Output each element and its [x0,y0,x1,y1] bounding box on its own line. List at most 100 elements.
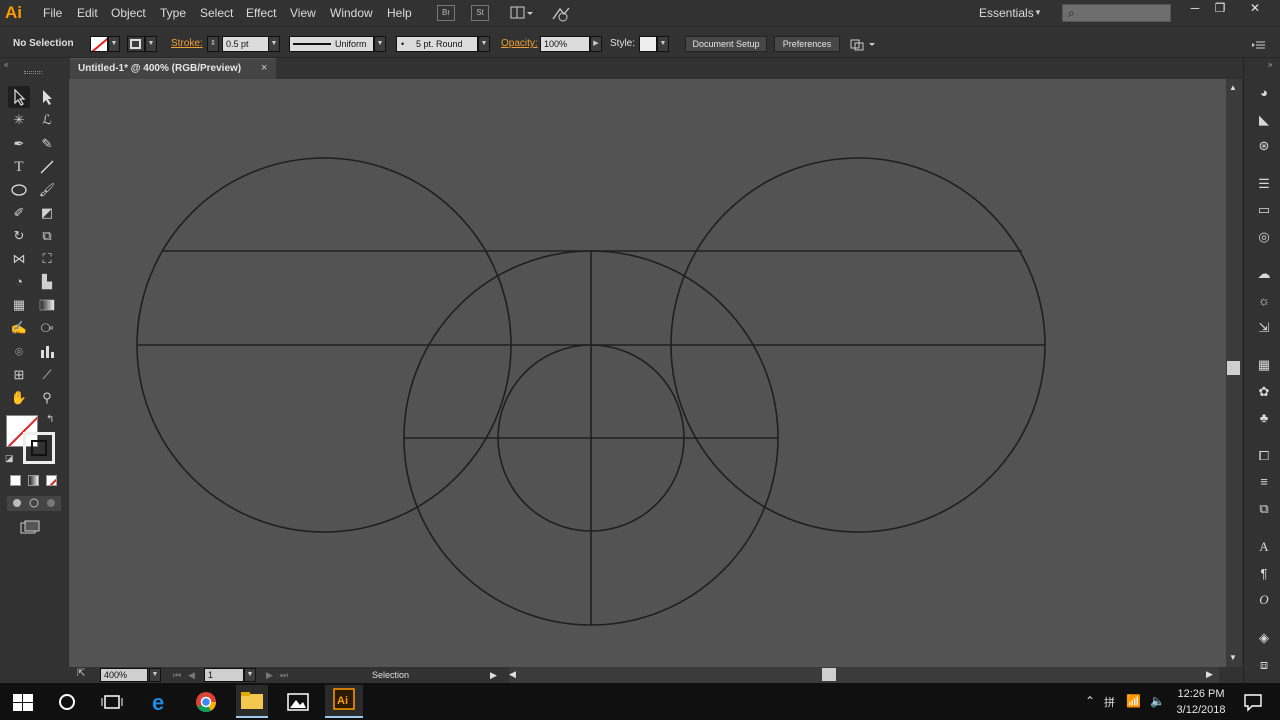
document-tab[interactable]: Untitled-1* @ 400% (RGB/Preview) × [70,58,276,79]
variable-width-profile[interactable]: Uniform [289,36,374,52]
gradient-mode-icon[interactable] [28,475,39,486]
artboard-dropdown[interactable]: ▼ [244,668,256,682]
chevron-down-icon[interactable]: ▼ [1034,8,1042,17]
transform-panel-icon[interactable]: ⧠ [1255,447,1273,465]
document-setup-button[interactable]: Document Setup [685,36,767,52]
brush-dropdown[interactable]: ▼ [478,36,490,52]
transparency-panel-icon[interactable]: ◎ [1255,228,1273,246]
artboard-canvas[interactable] [69,79,1226,667]
line-segment-tool-icon[interactable] [36,156,58,178]
horizontal-scroll-thumb[interactable] [822,668,836,681]
expand-panels-icon[interactable]: » [1268,60,1272,69]
type-tool-icon[interactable]: T [8,156,30,178]
graphic-style-dropdown[interactable]: ▼ [657,36,669,52]
restore-button[interactable]: ❐ [1205,1,1235,17]
eyedropper-tool-icon[interactable]: ✍ [8,317,30,339]
previous-artboard-icon[interactable]: ◀ [188,670,195,681]
arrange-icon[interactable] [850,38,876,52]
cortana-search-icon[interactable] [54,689,80,715]
arrange-documents-icon[interactable] [510,5,534,21]
menu-window[interactable]: Window [330,6,373,20]
menu-file[interactable]: File [43,6,62,20]
ellipse-tool-icon[interactable] [8,179,30,201]
layers-panel-icon[interactable]: ◈ [1255,629,1273,647]
system-clock[interactable]: 12:26 PM 3/12/2018 [1172,686,1230,718]
status-menu-icon[interactable]: ▶ [490,670,497,681]
close-tab-icon[interactable]: × [261,62,267,74]
stroke-swatch[interactable] [127,36,145,52]
align-panel-icon[interactable]: ≡ [1255,473,1273,491]
none-mode-icon[interactable] [46,475,57,486]
brush-definition[interactable]: • 5 pt. Round [396,36,478,52]
gradient-tool-icon[interactable] [36,294,58,316]
stroke-weight-dropdown[interactable]: ▼ [268,36,280,52]
asset-export-icon[interactable]: ⇲ [1255,319,1273,337]
stroke-weight-field[interactable]: 0.5 pt [222,36,269,52]
edge-browser-icon[interactable]: e [148,689,174,715]
eraser-tool-icon[interactable]: ◩ [36,202,58,224]
brushes-panel-icon[interactable]: ✿ [1255,383,1273,401]
rotate-tool-icon[interactable]: ↻ [8,225,30,247]
zoom-dropdown[interactable]: ▼ [149,668,161,682]
color-panel-icon[interactable]: ◕ [1255,84,1273,102]
swatches-panel-icon[interactable]: ▦ [1255,356,1273,374]
scroll-down-icon[interactable]: ▼ [1229,653,1237,662]
last-artboard-icon[interactable]: ⏭ [280,670,288,681]
lasso-tool-icon[interactable]: ℒ [36,109,58,131]
close-button[interactable]: ✕ [1240,1,1270,17]
volume-icon[interactable]: 🔈 [1150,694,1165,708]
screen-mode-icon[interactable] [20,520,42,534]
workspace-switcher[interactable]: Essentials [979,6,1034,20]
swap-colors-icon[interactable]: ↰ [46,414,54,425]
column-graph-tool-icon[interactable] [36,341,58,363]
opacity-field[interactable]: 100% [540,36,590,52]
menu-type[interactable]: Type [160,6,186,20]
menu-effect[interactable]: Effect [246,6,276,20]
free-transform-tool-icon[interactable]: ⛶ [36,248,58,270]
photos-app-icon[interactable] [285,689,311,715]
menu-edit[interactable]: Edit [77,6,98,20]
stroke-weight-stepper[interactable]: ⇕ [207,36,219,52]
search-input[interactable]: ⌕ [1062,4,1171,22]
selection-tool-icon[interactable] [8,86,30,108]
preferences-button[interactable]: Preferences [774,36,840,52]
collapse-panel-icon[interactable]: « [4,60,8,69]
stock-button[interactable]: St [471,5,489,21]
gpu-performance-icon[interactable] [550,5,572,23]
artboards-panel-icon[interactable]: ⧈ [1255,656,1273,674]
file-explorer-icon[interactable] [236,685,268,718]
stroke-panel-icon[interactable]: ☰ [1255,175,1273,193]
scroll-left-icon[interactable]: ◀ [509,669,516,680]
vertical-scrollbar[interactable]: ▲ ▼ [1226,79,1242,667]
navigator-icon[interactable]: ⊛ [1255,137,1273,155]
paragraph-panel-icon[interactable]: ¶ [1255,565,1273,583]
curvature-tool-icon[interactable]: ✎ [36,133,58,155]
menu-object[interactable]: Object [111,6,146,20]
scroll-right-icon[interactable]: ▶ [1206,669,1213,680]
horizontal-scrollbar[interactable]: ◀ ▶ [509,667,1219,683]
panel-menu-icon[interactable] [1252,38,1266,50]
windows-start-icon[interactable] [10,689,36,715]
network-icon[interactable]: 📶 [1126,694,1141,708]
graphic-style-swatch[interactable] [639,36,657,52]
pathfinder-panel-icon[interactable]: ⧉ [1255,500,1273,518]
zoom-field[interactable]: 400% [100,668,148,682]
scale-tool-icon[interactable]: ⧉ [36,225,58,247]
next-artboard-icon[interactable]: ▶ [266,670,273,681]
blend-tool-icon[interactable]: ⧂ [36,317,58,339]
mesh-tool-icon[interactable]: ▦ [8,294,30,316]
shaper-tool-icon[interactable]: ✐ [8,202,30,224]
scroll-up-icon[interactable]: ▲ [1229,83,1237,92]
default-colors-icon[interactable]: ◪ [5,453,14,464]
pen-tool-icon[interactable]: ✒ [8,133,30,155]
symbol-sprayer-tool-icon[interactable]: ⌾ [8,341,30,363]
first-artboard-icon[interactable]: ⏮ [173,670,181,681]
chrome-browser-icon[interactable] [193,689,219,715]
fill-dropdown[interactable]: ▼ [108,36,120,52]
fill-swatch[interactable] [90,36,108,52]
menu-select[interactable]: Select [200,6,233,20]
opentype-panel-icon[interactable]: O [1255,591,1273,609]
ime-indicator[interactable]: 拼 [1104,694,1115,710]
slice-tool-icon[interactable]: ⟋ [36,364,58,386]
hand-tool-icon[interactable]: ✋ [8,387,30,409]
